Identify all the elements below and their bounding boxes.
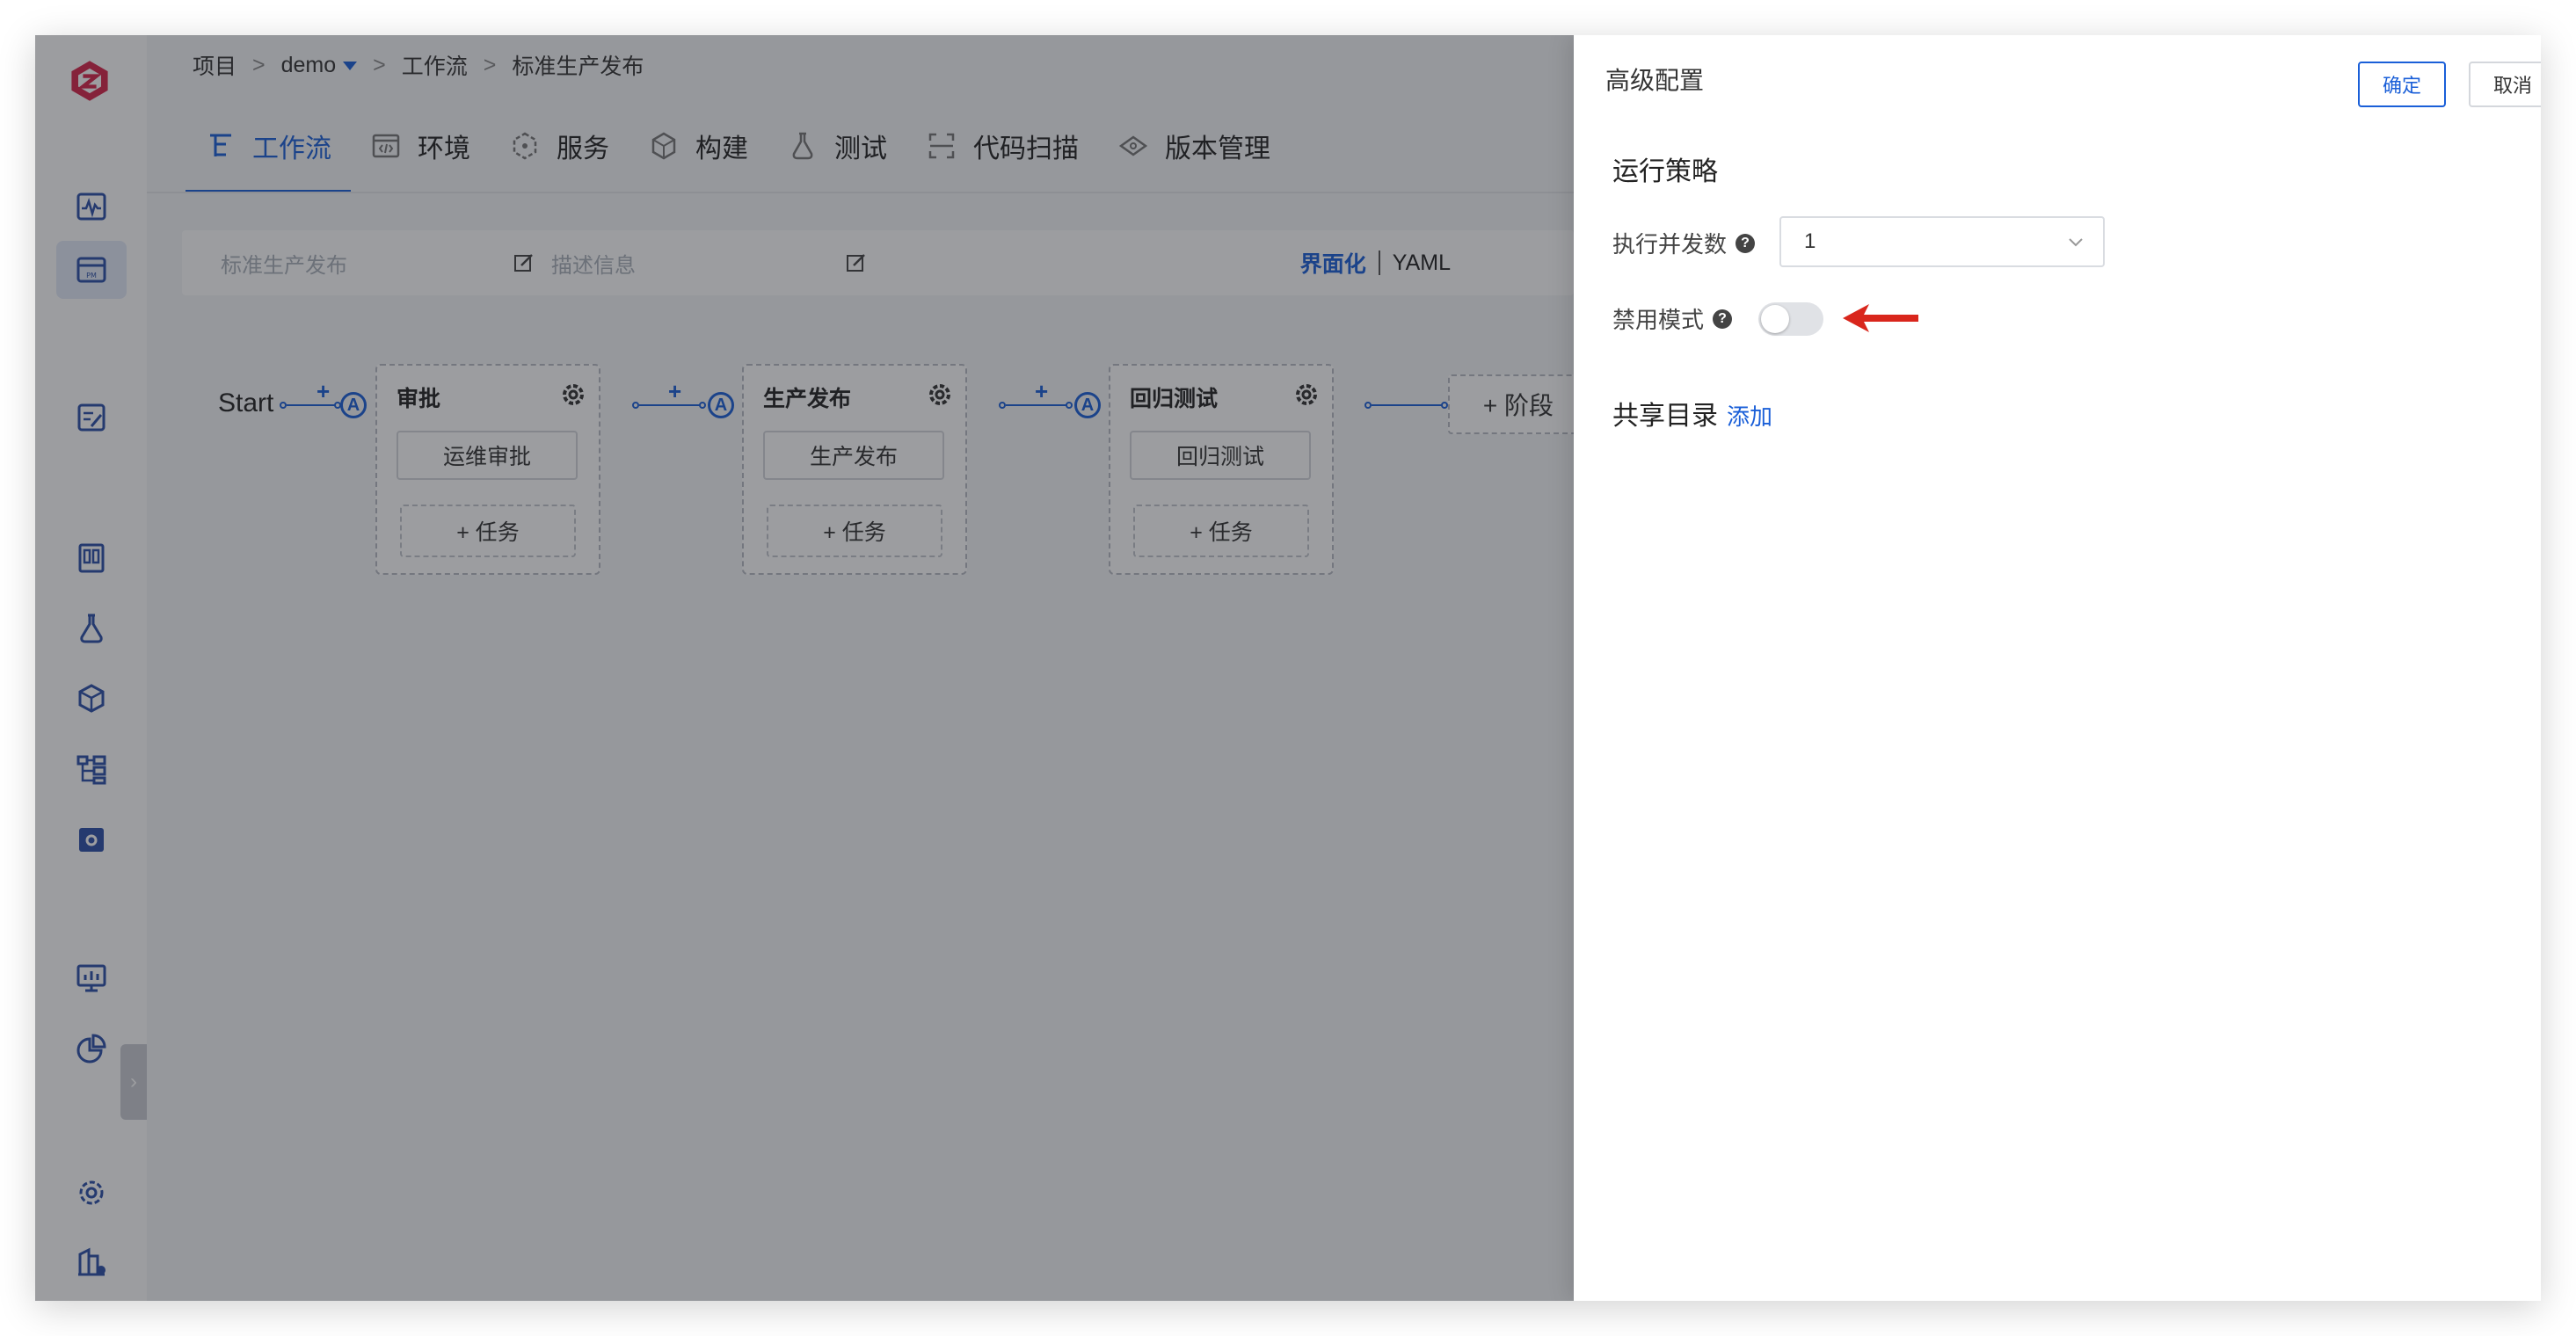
concurrency-label: 执行并发数 ? xyxy=(1612,227,1756,259)
app-window: PM › 项目 > demo > 工作流 > 标准生产发布 工作流 环境 服务 … xyxy=(35,35,2541,1301)
concurrency-label-text: 执行并发数 xyxy=(1612,231,1728,258)
concurrency-select[interactable]: 1 xyxy=(1779,216,2105,267)
advanced-config-drawer: 高级配置 确定 取消 运行策略 执行并发数 ? 1 禁用模式 ? 共享目录 添加 xyxy=(1574,35,2541,1301)
modal-overlay[interactable] xyxy=(35,35,1574,1301)
cancel-button[interactable]: 取消 xyxy=(2469,62,2541,107)
drawer-title: 高级配置 xyxy=(1605,67,1705,94)
add-shared-dir-link[interactable]: 添加 xyxy=(1727,403,1772,430)
disable-mode-label: 禁用模式 ? xyxy=(1612,302,1733,335)
help-icon[interactable]: ? xyxy=(1713,309,1733,329)
annotation-arrow-icon xyxy=(1843,304,1918,332)
disable-mode-label-text: 禁用模式 xyxy=(1612,307,1705,333)
concurrency-value: 1 xyxy=(1804,229,1816,253)
toggle-knob xyxy=(1761,305,1789,333)
run-policy-heading: 运行策略 xyxy=(1612,157,1718,186)
help-icon[interactable]: ? xyxy=(1736,233,1756,253)
chevron-down-icon xyxy=(2069,238,2083,247)
shared-dir-title: 共享目录 xyxy=(1612,402,1718,431)
shared-dir-heading: 共享目录 添加 xyxy=(1612,394,1772,432)
confirm-button[interactable]: 确定 xyxy=(2358,62,2446,107)
disable-mode-toggle[interactable] xyxy=(1758,302,1823,336)
